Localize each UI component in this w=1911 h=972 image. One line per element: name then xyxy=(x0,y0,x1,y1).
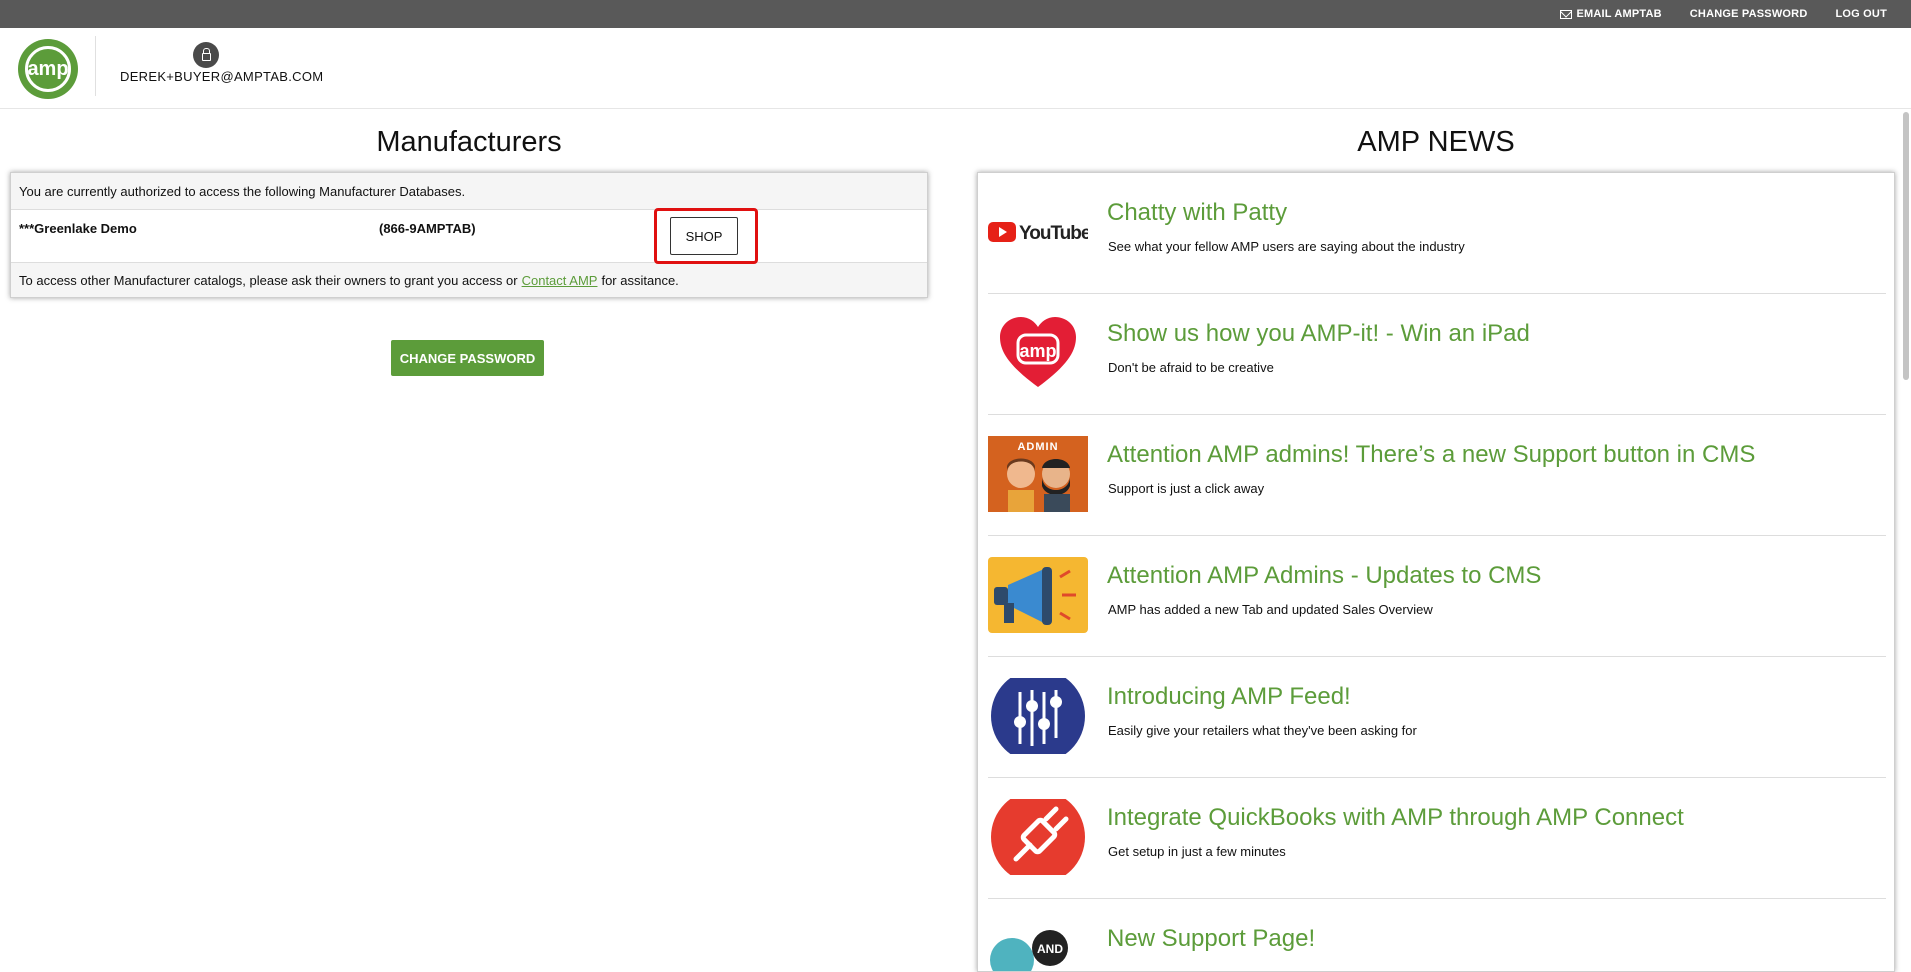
news-item-subtitle: AMP has added a new Tab and updated Sale… xyxy=(1108,602,1433,617)
news-item-title[interactable]: Show us how you AMP-it! - Win an iPad xyxy=(1107,320,1530,348)
news-item-subtitle: Get setup in just a few minutes xyxy=(1108,844,1286,859)
help-badge-icon: AND xyxy=(988,920,1088,971)
youtube-logo-icon: YouTube xyxy=(988,194,1088,270)
sliders-icon xyxy=(988,678,1088,754)
news-item-title[interactable]: Chatty with Patty xyxy=(1107,199,1287,227)
top-bar: EMAIL AMPTAB CHANGE PASSWORD LOG OUT xyxy=(0,0,1911,28)
manufacturer-name: ***Greenlake Demo xyxy=(19,221,137,236)
manufacturer-phone: (866-9AMPTAB) xyxy=(379,221,476,236)
user-avatar-icon[interactable] xyxy=(193,42,219,68)
email-amptab-link[interactable]: EMAIL AMPTAB xyxy=(1560,8,1662,20)
news-item[interactable]: Introducing AMP Feed! Easily give your r… xyxy=(988,657,1886,778)
header-divider xyxy=(95,36,96,96)
manufacturers-panel: You are currently authorized to access t… xyxy=(10,172,928,298)
plug-icon xyxy=(988,799,1088,875)
header: amp DEREK+BUYER@AMPTAB.COM xyxy=(0,28,1911,109)
page-scrollbar[interactable] xyxy=(1903,112,1909,380)
svg-text:amp: amp xyxy=(1019,341,1056,361)
logout-link[interactable]: LOG OUT xyxy=(1835,8,1887,20)
news-panel: YouTube Chatty with Patty See what your … xyxy=(977,172,1895,972)
news-item[interactable]: AND New Support Page! xyxy=(988,899,1886,971)
svg-text:ADMIN: ADMIN xyxy=(1017,441,1058,453)
news-item-subtitle: Don't be afraid to be creative xyxy=(1108,360,1274,375)
amp-logo[interactable]: amp xyxy=(18,39,78,99)
megaphone-icon xyxy=(988,557,1088,633)
news-title: AMP NEWS xyxy=(1357,126,1515,158)
change-password-button[interactable]: CHANGE PASSWORD xyxy=(391,340,544,376)
amp-logo-text: amp xyxy=(25,46,71,92)
manufacturers-footer: To access other Manufacturer catalogs, p… xyxy=(11,263,927,297)
news-item[interactable]: amp Show us how you AMP-it! - Win an iPa… xyxy=(988,294,1886,415)
news-item-title[interactable]: New Support Page! xyxy=(1107,925,1315,953)
shop-button[interactable]: SHOP xyxy=(670,217,738,255)
top-change-password-link[interactable]: CHANGE PASSWORD xyxy=(1690,8,1808,20)
manufacturer-row: ***Greenlake Demo (866-9AMPTAB) SHOP xyxy=(11,208,927,264)
news-item-subtitle: See what your fellow AMP users are sayin… xyxy=(1108,239,1465,254)
user-email: DEREK+BUYER@AMPTAB.COM xyxy=(120,69,324,84)
contact-amp-link[interactable]: Contact AMP xyxy=(522,273,598,288)
news-item-title[interactable]: Attention AMP admins! There’s a new Supp… xyxy=(1107,441,1755,469)
manufacturers-intro: You are currently authorized to access t… xyxy=(11,173,927,210)
admin-people-icon: ADMIN xyxy=(988,436,1088,512)
news-item-title[interactable]: Introducing AMP Feed! xyxy=(1107,683,1351,711)
svg-text:YouTube: YouTube xyxy=(1019,223,1088,244)
svg-text:AND: AND xyxy=(1037,942,1063,956)
manufacturers-title: Manufacturers xyxy=(376,126,562,158)
amp-heart-icon: amp xyxy=(988,315,1088,391)
news-item-subtitle: Easily give your retailers what they've … xyxy=(1108,723,1417,738)
news-item-subtitle: Support is just a click away xyxy=(1108,481,1265,496)
news-item[interactable]: YouTube Chatty with Patty See what your … xyxy=(988,173,1886,294)
news-item-title[interactable]: Attention AMP Admins - Updates to CMS xyxy=(1107,562,1541,590)
mail-icon xyxy=(1560,9,1573,19)
news-item-title[interactable]: Integrate QuickBooks with AMP through AM… xyxy=(1107,804,1684,832)
news-item[interactable]: Integrate QuickBooks with AMP through AM… xyxy=(988,778,1886,899)
news-item[interactable]: Attention AMP Admins - Updates to CMS AM… xyxy=(988,536,1886,657)
news-item[interactable]: ADMIN Attention AMP admins! There’s a ne… xyxy=(988,415,1886,536)
